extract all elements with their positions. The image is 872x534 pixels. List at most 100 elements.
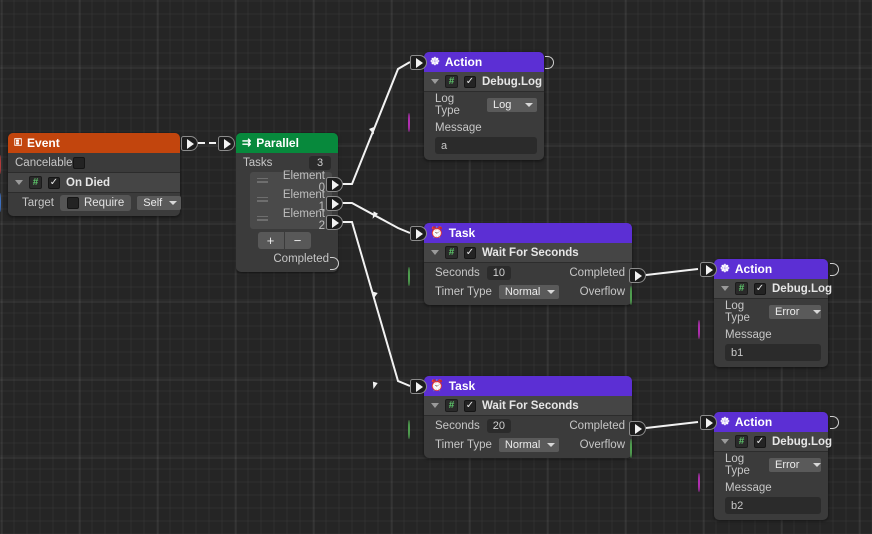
action-b1-port-in[interactable] [700, 262, 717, 277]
node-parallel-header: ⇉ Parallel [236, 133, 338, 153]
wire-element2-to-task2 [339, 222, 410, 386]
message-input[interactable]: b1 [725, 344, 821, 361]
task-2-port-overflow[interactable] [630, 440, 647, 455]
node-parallel[interactable]: ⇉ Parallel Tasks 3 Element 0 Element 1 [236, 133, 338, 272]
task-2-seconds-row[interactable]: Seconds 20 Completed [424, 416, 632, 435]
node-task-2[interactable]: ⏰ Task # ✓ Wait For Seconds Seconds 20 C… [424, 376, 632, 458]
action-b2-port-message-in[interactable] [698, 474, 715, 489]
collapse-triangle-icon[interactable] [431, 250, 439, 255]
node-graph-canvas[interactable]: 🗉 Event Cancelable # ✓ On Died Target Re… [0, 0, 872, 534]
event-port-in-red[interactable] [0, 156, 16, 171]
event-subtitle-row[interactable]: # ✓ On Died [8, 173, 180, 192]
parallel-port-out-completed[interactable] [326, 256, 343, 271]
log-type-dropdown[interactable]: Error [769, 458, 821, 472]
timer-type-dropdown[interactable]: Normal [499, 438, 559, 452]
collapse-triangle-icon[interactable] [431, 79, 439, 84]
task-2-port-completed[interactable] [629, 421, 646, 436]
event-port-out[interactable] [181, 136, 198, 151]
seconds-input[interactable]: 20 [487, 419, 511, 433]
list-item[interactable]: Element 2 [250, 210, 332, 229]
cancelable-checkbox[interactable] [73, 157, 85, 169]
task-2-enabled-checkbox[interactable]: ✓ [464, 400, 476, 412]
task-1-port-seconds-in[interactable] [408, 268, 425, 283]
action-b2-subtitle: Debug.Log [772, 436, 832, 448]
action-b1-log-type-row[interactable]: Log Type Error [714, 299, 828, 325]
script-hash-icon: # [445, 246, 458, 259]
require-checkbox[interactable] [67, 197, 79, 209]
log-type-dropdown[interactable]: Log [487, 98, 537, 112]
action-a-enabled-checkbox[interactable]: ✓ [464, 76, 476, 88]
task-1-port-overflow[interactable] [630, 287, 647, 302]
action-a-message-row[interactable]: a [424, 137, 544, 156]
parallel-port-out-element-1[interactable] [326, 196, 343, 211]
task-1-subtitle-row[interactable]: # ✓ Wait For Seconds [424, 243, 632, 262]
message-input[interactable]: b2 [725, 497, 821, 514]
event-enabled-checkbox[interactable]: ✓ [48, 177, 60, 189]
action-b1-message-row[interactable]: b1 [714, 344, 828, 363]
node-action-b2[interactable]: ☸ Action # ✓ Debug.Log Log Type Error Me… [714, 412, 828, 520]
action-b2-subtitle-row[interactable]: # ✓ Debug.Log [714, 432, 828, 451]
event-cancelable-row[interactable]: Cancelable [8, 153, 180, 172]
green-hex-port-icon [408, 267, 410, 286]
parallel-icon: ⇉ [242, 138, 251, 149]
log-type-dropdown[interactable]: Error [769, 305, 821, 319]
element-2-label: Element 2 [275, 208, 325, 232]
task-2-port-in[interactable] [410, 379, 427, 394]
log-type-label: Log Type [435, 93, 481, 117]
node-action-b1[interactable]: ☸ Action # ✓ Debug.Log Log Type Error Me… [714, 259, 828, 367]
task-2-port-seconds-in[interactable] [408, 421, 425, 436]
timer-type-dropdown[interactable]: Normal [499, 285, 559, 299]
action-a-port-in[interactable] [410, 55, 427, 70]
action-b2-message-row[interactable]: b2 [714, 497, 828, 516]
add-element-button[interactable]: + [258, 232, 284, 249]
parallel-port-out-element-2[interactable] [326, 215, 343, 230]
drag-handle-icon[interactable] [257, 197, 268, 204]
target-self-dropdown[interactable]: Self [137, 196, 181, 210]
event-target-row[interactable]: Target Require Self [8, 193, 180, 212]
task-1-port-in[interactable] [410, 226, 427, 241]
node-action-a-title: Action [445, 55, 482, 69]
require-toggle[interactable]: Require [60, 195, 131, 211]
task-1-seconds-row[interactable]: Seconds 10 Completed [424, 263, 632, 282]
collapse-triangle-icon[interactable] [721, 286, 729, 291]
collapse-triangle-icon[interactable] [15, 180, 23, 185]
node-event[interactable]: 🗉 Event Cancelable # ✓ On Died Target Re… [8, 133, 180, 216]
flow-out-hollow-arrow-icon [326, 256, 343, 271]
seconds-input[interactable]: 10 [487, 266, 511, 280]
wire-arrow-c [371, 292, 378, 300]
log-type-label: Log Type [725, 453, 763, 477]
action-a-log-type-row[interactable]: Log Type Log [424, 92, 544, 118]
action-b2-enabled-checkbox[interactable]: ✓ [754, 436, 766, 448]
tasks-count-field[interactable]: 3 [309, 156, 331, 170]
task-1-timer-type-row[interactable]: Timer Type Normal Overflow [424, 282, 632, 301]
flow-out-arrow-icon [181, 136, 198, 151]
task-2-timer-type-row[interactable]: Timer Type Normal Overflow [424, 435, 632, 454]
parallel-port-out-element-0[interactable] [326, 177, 343, 192]
node-action-a[interactable]: ☸ Action # ✓ Debug.Log Log Type Log Mess… [424, 52, 544, 160]
action-b2-log-type-row[interactable]: Log Type Error [714, 452, 828, 478]
task-2-subtitle-row[interactable]: # ✓ Wait For Seconds [424, 396, 632, 415]
parallel-port-in[interactable] [218, 136, 235, 151]
drag-handle-icon[interactable] [257, 216, 268, 223]
action-a-port-out[interactable] [541, 55, 558, 70]
log-type-value: Error [775, 459, 799, 471]
drag-handle-icon[interactable] [257, 178, 268, 185]
task-1-enabled-checkbox[interactable]: ✓ [464, 247, 476, 259]
action-b1-port-out[interactable] [826, 262, 843, 277]
task-1-port-completed[interactable] [629, 268, 646, 283]
action-a-port-message-in[interactable] [408, 114, 425, 129]
action-b2-port-out[interactable] [826, 415, 843, 430]
script-hash-icon: # [445, 399, 458, 412]
action-a-subtitle-row[interactable]: # ✓ Debug.Log [424, 72, 544, 91]
event-port-in-blue[interactable] [0, 194, 16, 209]
node-action-b1-header: ☸ Action [714, 259, 828, 279]
action-b1-subtitle-row[interactable]: # ✓ Debug.Log [714, 279, 828, 298]
node-task-1[interactable]: ⏰ Task # ✓ Wait For Seconds Seconds 10 C… [424, 223, 632, 305]
collapse-triangle-icon[interactable] [721, 439, 729, 444]
action-b2-port-in[interactable] [700, 415, 717, 430]
action-b1-enabled-checkbox[interactable]: ✓ [754, 283, 766, 295]
message-input[interactable]: a [435, 137, 537, 154]
action-b1-port-message-in[interactable] [698, 321, 715, 336]
remove-element-button[interactable]: − [285, 232, 311, 249]
collapse-triangle-icon[interactable] [431, 403, 439, 408]
